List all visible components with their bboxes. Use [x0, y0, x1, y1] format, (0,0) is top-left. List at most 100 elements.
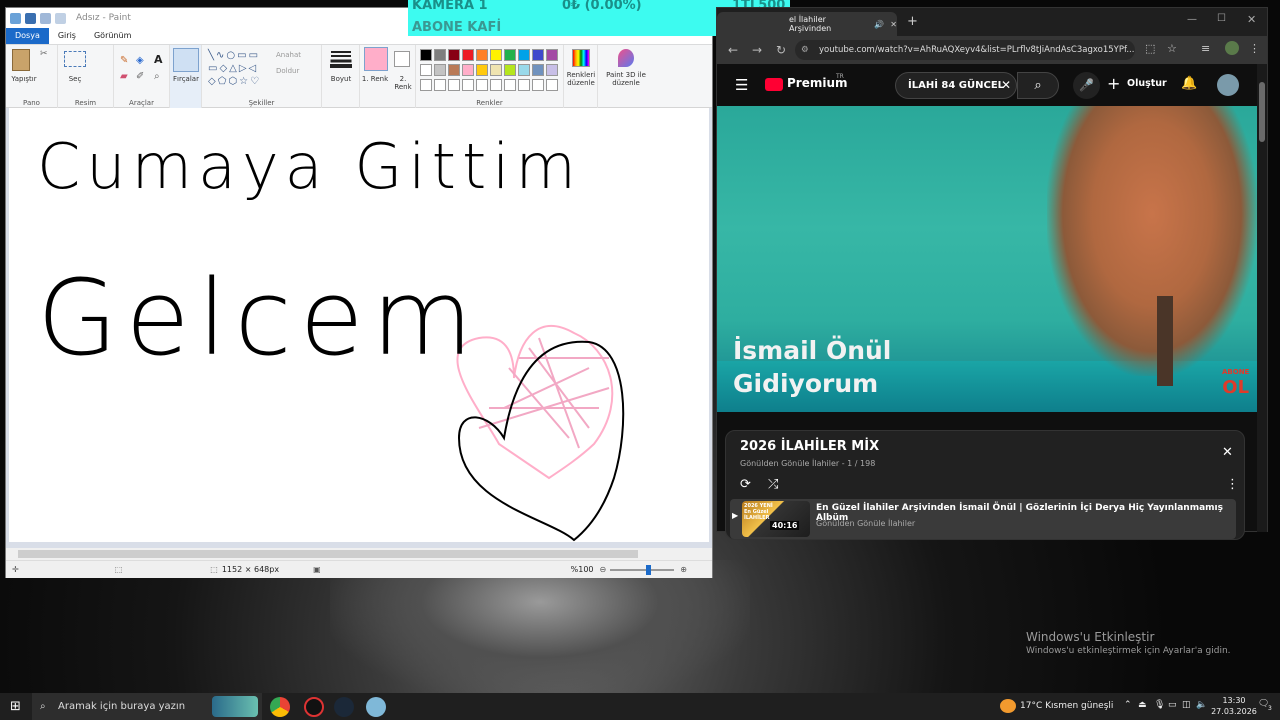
color2-swatch[interactable]: [394, 51, 410, 67]
paint-taskbar-icon[interactable]: [366, 697, 386, 717]
select-icon[interactable]: [64, 51, 86, 67]
text-icon[interactable]: A: [154, 53, 163, 66]
clipboard-icon[interactable]: [12, 49, 30, 71]
paint3d-button[interactable]: Paint 3D ile düzenle: [598, 71, 654, 87]
shuffle-icon[interactable]: ⤮: [768, 477, 778, 492]
palette-swatch[interactable]: [490, 79, 502, 91]
palette-swatch[interactable]: [448, 49, 460, 61]
zoom-in-icon[interactable]: ⊕: [680, 565, 687, 574]
battery-icon[interactable]: ▭: [1168, 700, 1177, 710]
hamburger-menu-icon[interactable]: ☰: [735, 76, 748, 94]
chrome-icon[interactable]: [270, 697, 290, 717]
create-button[interactable]: Oluştur: [1127, 78, 1167, 89]
eraser-icon[interactable]: ▰: [120, 71, 128, 82]
line-size-icon[interactable]: [331, 51, 351, 53]
profile-avatar[interactable]: [1225, 41, 1239, 55]
browser-tab-active[interactable]: el İlahiler Arşivinden 🔊 ✕: [717, 12, 897, 36]
search-icon[interactable]: ⌕: [1017, 72, 1059, 99]
playlist-item[interactable]: ▶ 2026 YENİ En Güzel İLAHİLER 40:16 En G…: [730, 499, 1236, 539]
color1-swatch[interactable]: [364, 47, 388, 71]
palette-swatch[interactable]: [504, 49, 516, 61]
browser-scroll-thumb[interactable]: [1259, 82, 1265, 142]
tab-close-icon[interactable]: ✕: [890, 20, 897, 29]
size-button[interactable]: Boyut: [322, 75, 360, 83]
youtube-search-input[interactable]: İLAHİ 84 GÜNCEL: [895, 72, 1017, 99]
palette-swatch[interactable]: [476, 49, 488, 61]
tray-chevron-icon[interactable]: ⌃: [1124, 700, 1132, 710]
palette-swatch[interactable]: [448, 79, 460, 91]
steam-icon[interactable]: [334, 697, 354, 717]
windows-start-icon[interactable]: ⊞: [10, 699, 21, 714]
youtube-logo-icon[interactable]: [765, 78, 783, 91]
maximize-icon[interactable]: ☐: [1217, 13, 1226, 24]
redo-icon[interactable]: [55, 12, 66, 24]
palette-swatch[interactable]: [462, 64, 474, 76]
fill-button[interactable]: Doldur: [276, 67, 299, 75]
brush-icon[interactable]: [173, 48, 199, 72]
palette-swatch[interactable]: [546, 79, 558, 91]
bookmark-star-icon[interactable]: ☆: [1167, 42, 1177, 55]
color2-label[interactable]: 2. Renk: [390, 75, 416, 91]
palette-swatch[interactable]: [546, 64, 558, 76]
cut-icon[interactable]: ✂: [40, 49, 48, 59]
select-button[interactable]: Seç: [58, 75, 92, 83]
palette-swatch[interactable]: [476, 79, 488, 91]
magnifier-icon[interactable]: ⌕: [154, 71, 160, 82]
paint3d-icon[interactable]: [618, 49, 634, 67]
browser-scrollbar[interactable]: [1257, 64, 1267, 532]
video-thumbnail[interactable]: 2026 YENİ En Güzel İLAHİLER: [742, 501, 810, 537]
palette-swatch[interactable]: [546, 49, 558, 61]
back-icon[interactable]: ←: [721, 43, 745, 57]
notifications-bell-icon[interactable]: 🔔: [1181, 76, 1197, 91]
forward-icon[interactable]: →: [745, 43, 769, 57]
zoom-slider[interactable]: [610, 564, 675, 575]
palette-swatch[interactable]: [420, 79, 432, 91]
create-plus-icon[interactable]: +: [1107, 74, 1120, 93]
color-picker-icon[interactable]: ✐: [136, 71, 144, 82]
usb-icon[interactable]: ⏏: [1138, 700, 1147, 710]
reload-icon[interactable]: ↻: [769, 43, 793, 57]
palette-swatch[interactable]: [476, 64, 488, 76]
palette-swatch[interactable]: [462, 79, 474, 91]
tab-home[interactable]: Giriş: [49, 28, 85, 44]
palette-swatch[interactable]: [434, 64, 446, 76]
zoom-out-icon[interactable]: ⊖: [600, 565, 607, 574]
browser-menu-icon[interactable]: ⋮: [1249, 42, 1260, 55]
horizontal-scrollbar[interactable]: [6, 548, 712, 560]
playlist-close-icon[interactable]: ✕: [1222, 445, 1233, 460]
edit-colors-icon[interactable]: [572, 49, 590, 67]
color1-label[interactable]: 1. Renk: [360, 75, 390, 83]
palette-swatch[interactable]: [518, 64, 530, 76]
install-icon[interactable]: ⬚: [1145, 42, 1155, 55]
pencil-icon[interactable]: ✎: [120, 55, 128, 66]
mic-tray-icon[interactable]: 🎙: [1154, 700, 1165, 710]
undo-icon[interactable]: [40, 12, 51, 24]
taskbar-search[interactable]: ⌕ Aramak için buraya yazın: [32, 693, 262, 720]
video-player[interactable]: İsmail Önül Gidiyorum ABONE OL: [717, 106, 1257, 412]
network-icon[interactable]: ◫: [1182, 700, 1191, 710]
edit-colors-button[interactable]: Renkleri düzenle: [564, 71, 598, 87]
clock[interactable]: 13:30 27.03.2026: [1210, 695, 1258, 717]
brushes-button[interactable]: Fırçalar: [170, 75, 202, 83]
window-close-icon[interactable]: ✕: [1247, 13, 1256, 26]
tab-view[interactable]: Görünüm: [85, 28, 140, 44]
fill-bucket-icon[interactable]: ◈: [136, 55, 144, 66]
palette-swatch[interactable]: [504, 64, 516, 76]
loop-icon[interactable]: ⟳: [740, 477, 751, 492]
minimize-icon[interactable]: —: [1187, 14, 1197, 25]
weather-icon[interactable]: [1000, 699, 1016, 713]
palette-swatch[interactable]: [490, 49, 502, 61]
palette-swatch[interactable]: [434, 49, 446, 61]
palette-swatch[interactable]: [434, 79, 446, 91]
volume-icon[interactable]: 🔈: [1196, 700, 1207, 710]
new-tab-icon[interactable]: +: [907, 14, 918, 29]
outline-button[interactable]: Anahat: [276, 51, 301, 59]
tab-file[interactable]: Dosya: [6, 28, 49, 44]
scroll-thumb[interactable]: [18, 550, 638, 558]
playlist-menu-icon[interactable]: ⋮: [1226, 477, 1239, 492]
save-icon[interactable]: [25, 12, 36, 24]
address-bar[interactable]: ⚙ youtube.com/watch?v=AhRuAQXeyv4&list=P…: [795, 40, 1135, 60]
account-avatar[interactable]: [1217, 74, 1239, 96]
weather-text[interactable]: 17°C Kısmen güneşli: [1020, 701, 1113, 711]
site-info-icon[interactable]: ⚙: [801, 40, 809, 60]
